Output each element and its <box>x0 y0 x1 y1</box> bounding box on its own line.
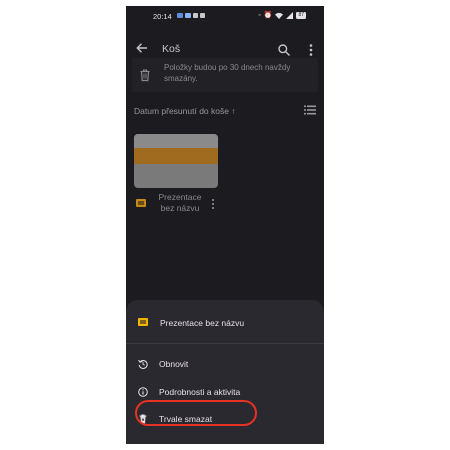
more-vert-icon[interactable] <box>305 43 317 57</box>
sort-selector[interactable]: Datum přesunutí do koše ↑ <box>134 106 236 116</box>
trash-icon <box>140 69 150 82</box>
search-icon[interactable] <box>277 43 291 57</box>
info-icon <box>138 387 148 397</box>
menu-item-label: Podrobnosti a aktivita <box>159 387 241 397</box>
file-name: Prezentace bez názvu <box>158 192 202 213</box>
restore-icon <box>138 359 148 369</box>
slides-icon <box>138 318 148 326</box>
phone-screen: 20:14 ◦ ⏰ 87 Koš Položky budou po 30 dne… <box>126 6 324 444</box>
app-notification-icon <box>200 13 205 18</box>
file-thumbnail[interactable] <box>134 134 218 188</box>
wifi-icon <box>275 12 284 19</box>
mute-icon: ◦ <box>258 12 261 19</box>
bottom-sheet: Prezentace bez názvu Obnovit Podrobnosti… <box>126 300 324 444</box>
sheet-header: Prezentace bez názvu <box>136 310 316 330</box>
battery-icon: 87 <box>296 12 306 19</box>
app-notification-icon <box>185 13 191 18</box>
status-time: 20:14 <box>153 12 172 21</box>
menu-item-restore[interactable]: Obnovit <box>126 354 324 376</box>
app-notification-icon <box>177 13 183 18</box>
thumbnail-band <box>134 148 218 164</box>
thumbnail-top <box>134 134 218 148</box>
signal-icon <box>286 12 294 19</box>
app-notification-icon <box>193 13 198 18</box>
notification-icons <box>177 13 205 18</box>
page-title: Koš <box>162 43 181 55</box>
divider <box>126 343 324 344</box>
more-vert-icon[interactable] <box>210 198 216 210</box>
status-bar: 20:14 ◦ ⏰ 87 <box>126 6 324 26</box>
menu-item-label: Obnovit <box>159 359 189 369</box>
list-view-icon[interactable] <box>304 105 316 115</box>
highlight-annotation <box>135 400 257 426</box>
banner-text: Položky budou po 30 dnech navždy smazány… <box>164 63 291 83</box>
arrow-back-icon[interactable] <box>134 42 150 58</box>
trash-info-banner: Položky budou po 30 dnech navždy smazány… <box>132 58 318 92</box>
arrow-back-icon-glyph <box>136 43 147 53</box>
file-card[interactable]: Prezentace bez názvu <box>134 134 218 220</box>
slides-icon <box>136 199 146 207</box>
sheet-title: Prezentace bez názvu <box>160 318 245 328</box>
status-icons: ◦ ⏰ 87 <box>258 12 306 19</box>
alarm-icon: ⏰ <box>263 12 273 19</box>
